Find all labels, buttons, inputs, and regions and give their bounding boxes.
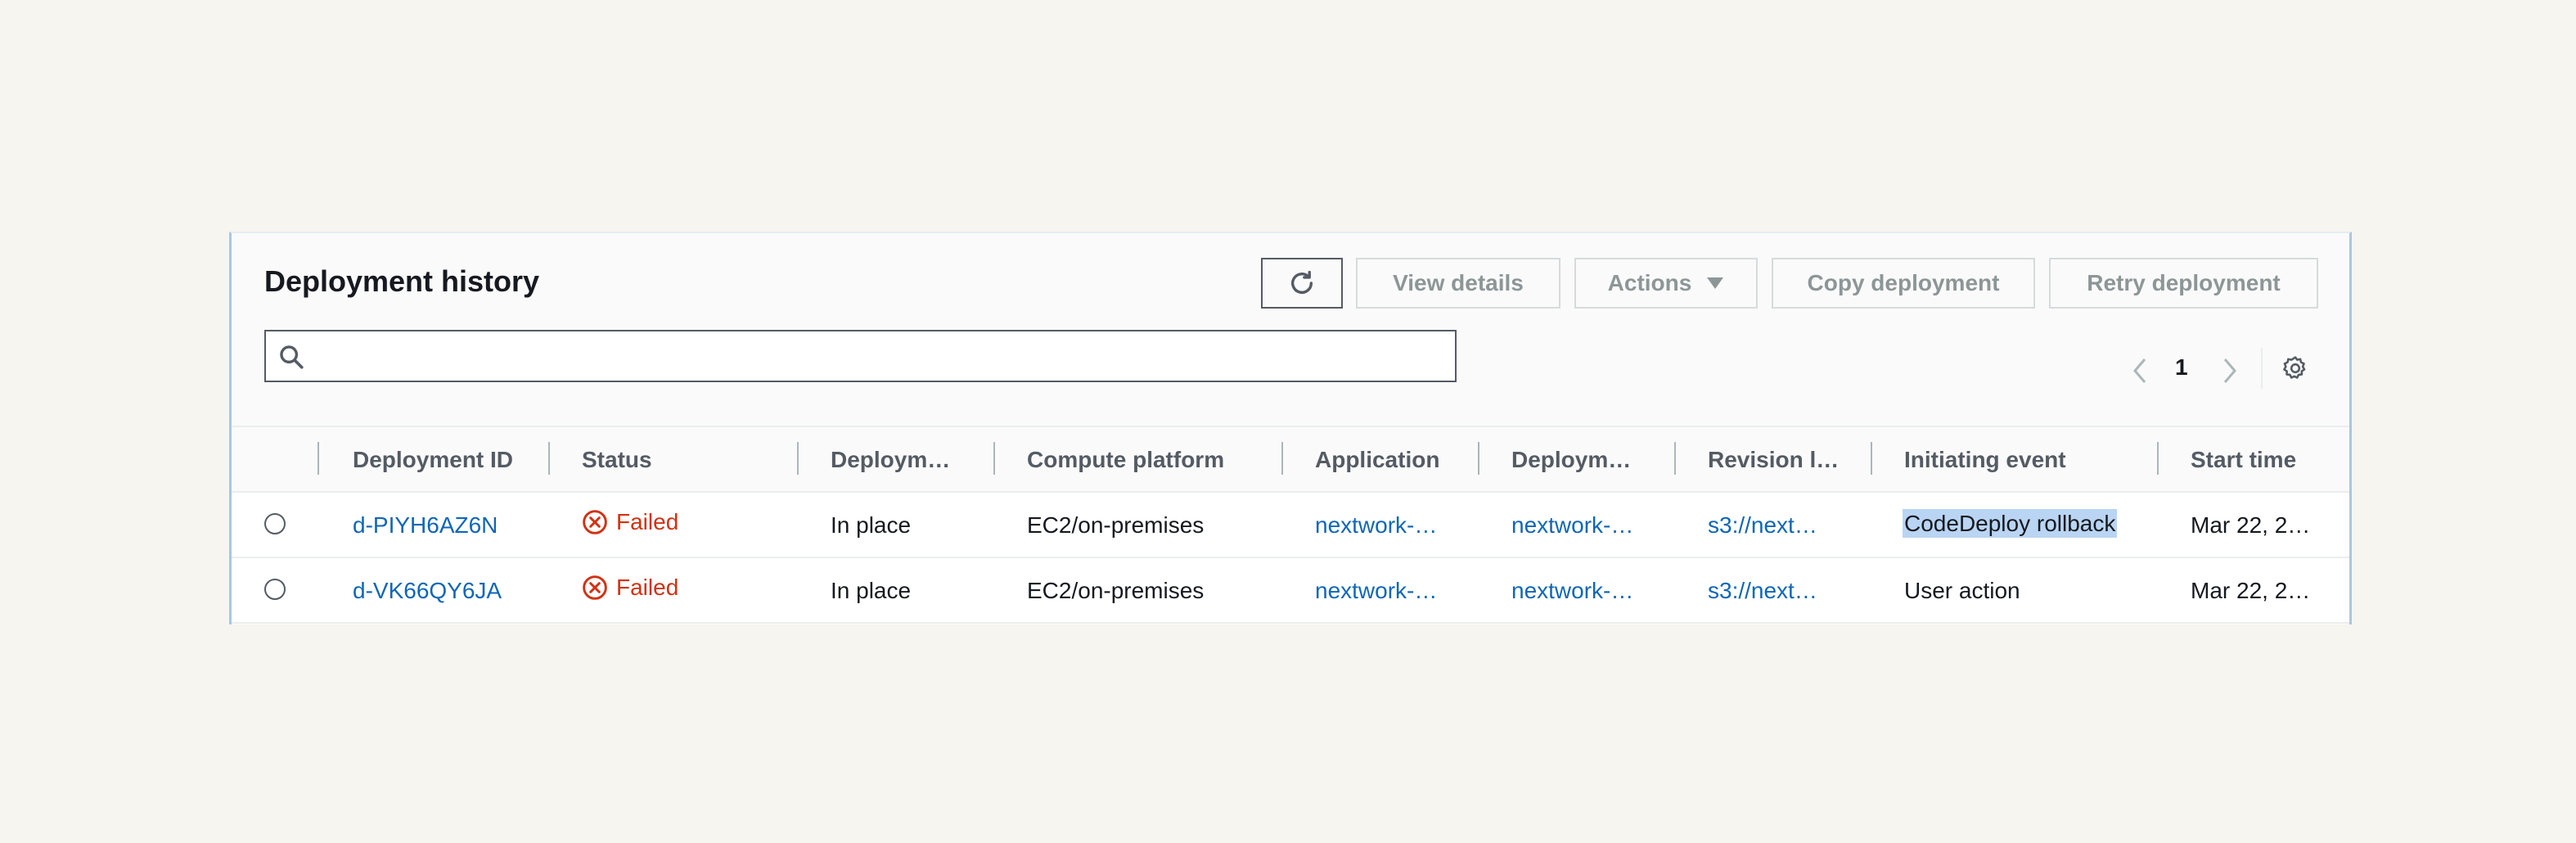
revision-location-link[interactable]: s3://next… bbox=[1708, 578, 1817, 604]
view-details-label: View details bbox=[1393, 270, 1524, 295]
deployment-group-link[interactable]: nextwork-… bbox=[1511, 512, 1633, 539]
column-header-status[interactable]: Status bbox=[582, 447, 652, 473]
table-header: Deployment ID Status Deploym… Compute pl… bbox=[232, 426, 2349, 493]
deployment-type-cell: In place bbox=[831, 512, 912, 538]
chevron-right-icon[interactable] bbox=[2220, 356, 2240, 385]
copy-deployment-label: Copy deployment bbox=[1807, 270, 2000, 295]
table-row[interactable]: d-VK66QY6JA Failed In place EC2/on-premi… bbox=[232, 558, 2349, 624]
status-text: Failed bbox=[616, 575, 679, 600]
actions-dropdown-button[interactable]: Actions bbox=[1574, 258, 1758, 309]
copy-deployment-button[interactable]: Copy deployment bbox=[1772, 258, 2035, 309]
panel-title: Deployment history bbox=[264, 264, 540, 298]
initiating-event-cell: User action bbox=[1904, 578, 2020, 603]
table-row[interactable]: d-PIYH6AZ6N Failed In place EC2/on-premi… bbox=[232, 493, 2349, 558]
column-separator[interactable] bbox=[1478, 442, 1479, 475]
compute-platform-cell: EC2/on-premises bbox=[1027, 512, 1205, 538]
revision-location-link[interactable]: s3://next… bbox=[1708, 512, 1817, 539]
error-icon bbox=[583, 575, 607, 600]
status-cell: Failed bbox=[582, 575, 678, 601]
caret-down-icon bbox=[1707, 277, 1724, 289]
column-separator[interactable] bbox=[797, 442, 799, 475]
pager-divider bbox=[2261, 348, 2263, 389]
column-separator[interactable] bbox=[1281, 442, 1283, 475]
row-select-radio[interactable] bbox=[264, 579, 286, 600]
column-header-deployment-type[interactable]: Deploym… bbox=[831, 447, 950, 473]
retry-deployment-label: Retry deployment bbox=[2087, 270, 2281, 295]
deployments-table: Deployment ID Status Deploym… Compute pl… bbox=[232, 426, 2349, 624]
column-separator[interactable] bbox=[993, 442, 995, 475]
start-time-cell: Mar 22, 2… bbox=[2191, 578, 2311, 603]
status-cell: Failed bbox=[582, 509, 678, 535]
refresh-icon bbox=[1290, 270, 1313, 294]
application-link[interactable]: nextwork-… bbox=[1315, 578, 1437, 604]
error-icon bbox=[583, 510, 607, 534]
search-icon bbox=[280, 345, 304, 369]
column-header-deployment-group[interactable]: Deploym… bbox=[1511, 447, 1631, 473]
deployment-group-link[interactable]: nextwork-… bbox=[1511, 578, 1633, 604]
actions-label: Actions bbox=[1607, 270, 1692, 295]
deployment-history-panel: Deployment history View details Actions … bbox=[229, 232, 2352, 624]
status-text: Failed bbox=[616, 509, 679, 534]
column-separator[interactable] bbox=[1871, 442, 1872, 475]
deployment-type-cell: In place bbox=[831, 578, 912, 603]
retry-deployment-button[interactable]: Retry deployment bbox=[2049, 258, 2318, 309]
column-header-deployment-id[interactable]: Deployment ID bbox=[353, 447, 513, 473]
start-time-cell: Mar 22, 2… bbox=[2191, 512, 2311, 538]
column-header-revision-location[interactable]: Revision l… bbox=[1708, 447, 1839, 473]
chevron-left-icon[interactable] bbox=[2130, 356, 2150, 385]
column-separator[interactable] bbox=[548, 442, 550, 475]
gear-icon[interactable] bbox=[2281, 354, 2309, 382]
selected-text: CodeDeploy rollback bbox=[1903, 509, 2118, 538]
row-select-radio[interactable] bbox=[264, 513, 286, 534]
initiating-event-cell: CodeDeploy rollback bbox=[1903, 509, 2118, 538]
compute-platform-cell: EC2/on-premises bbox=[1027, 578, 1205, 603]
search-field[interactable] bbox=[264, 330, 1457, 382]
column-separator bbox=[317, 442, 319, 475]
search-input[interactable] bbox=[315, 338, 1439, 376]
column-header-application[interactable]: Application bbox=[1315, 447, 1439, 473]
view-details-button[interactable]: View details bbox=[1356, 258, 1560, 309]
deployment-id-link[interactable]: d-PIYH6AZ6N bbox=[353, 512, 498, 539]
refresh-button[interactable] bbox=[1261, 258, 1343, 309]
column-header-initiating-event[interactable]: Initiating event bbox=[1904, 447, 2066, 473]
column-header-compute-platform[interactable]: Compute platform bbox=[1027, 447, 1224, 473]
column-header-start-time[interactable]: Start time bbox=[2191, 447, 2296, 473]
application-link[interactable]: nextwork-… bbox=[1315, 512, 1437, 539]
column-separator[interactable] bbox=[2157, 442, 2159, 475]
deployment-id-link[interactable]: d-VK66QY6JA bbox=[353, 578, 502, 604]
column-separator[interactable] bbox=[1674, 442, 1676, 475]
page-number[interactable]: 1 bbox=[2175, 354, 2188, 381]
